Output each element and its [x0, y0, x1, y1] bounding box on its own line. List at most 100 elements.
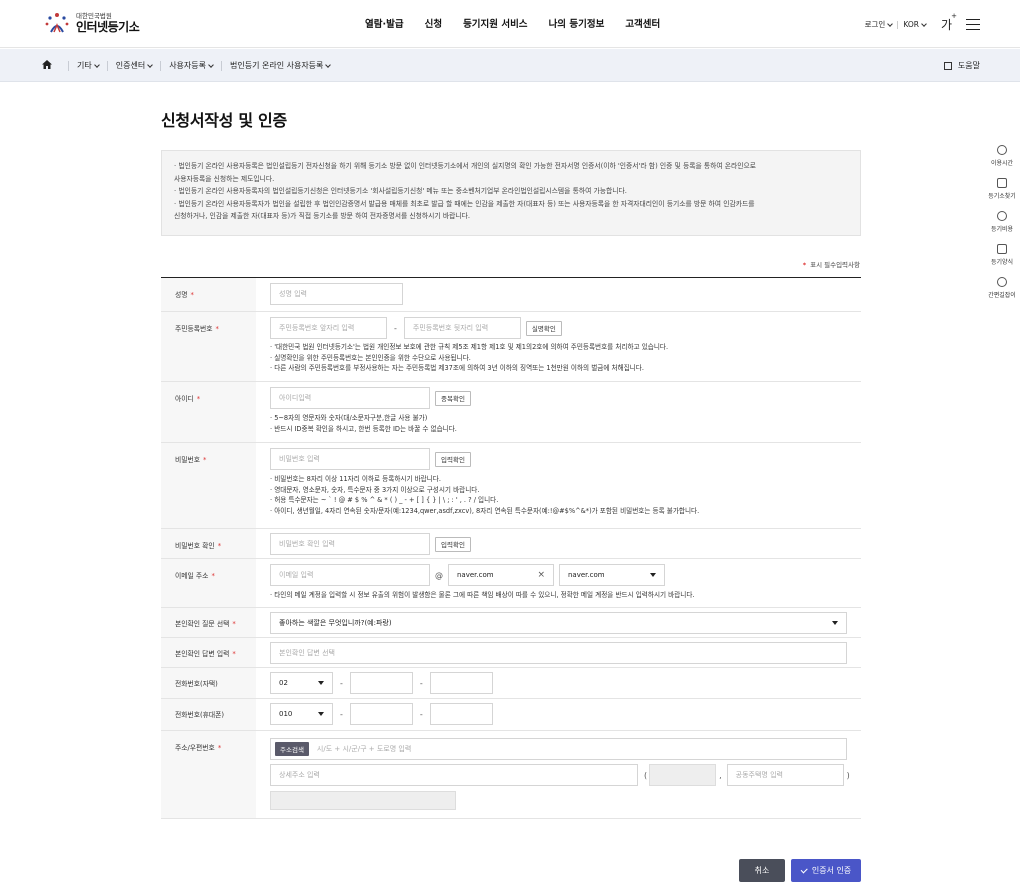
rrn-desc-line: · 실명확인을 위한 주민등록번호는 본인인증을 위한 수단으로 사용됩니다.: [270, 353, 471, 362]
logo-subtitle: 대한민국법원: [76, 12, 112, 20]
password-desc-line: · 아이디, 생년월일, 4자리 연속된 숫자/문자(예:1234,qwer,a…: [270, 506, 700, 515]
mobile-prefix-select[interactable]: 010: [270, 703, 333, 725]
quick-menu-fees[interactable]: 등기비용: [991, 211, 1013, 233]
notice-line: 사용자등록을 신청하는 제도입니다.: [174, 174, 275, 183]
clear-icon[interactable]: ×: [537, 570, 545, 580]
hamburger-menu-icon[interactable]: [966, 19, 980, 30]
divider: [106, 60, 108, 71]
email-domain-input[interactable]: naver.com ×: [448, 564, 554, 586]
phone-last-input[interactable]: [429, 672, 493, 694]
paren-close: ): [846, 770, 850, 780]
field-label: 주소/우편번호 *: [161, 731, 256, 818]
nav-view-issue[interactable]: 열람·발급: [365, 16, 404, 30]
quick-menu-label: 간편길잡이: [988, 292, 1016, 299]
rrn-desc-line: · '대한민국 법원 인터넷등기소'는 법원 개인정보 보호에 관한 규칙 제5…: [270, 343, 669, 351]
nav-support-service[interactable]: 등기지원 서비스: [463, 16, 528, 30]
certificate-auth-label: 인증서 인증: [811, 866, 852, 875]
address-detail-input[interactable]: 상세주소 입력: [270, 764, 638, 786]
paren-open: (: [644, 770, 648, 780]
breadcrumb-item-corp-online[interactable]: 법인등기 온라인 사용자등록: [230, 60, 332, 71]
answer-input[interactable]: 본인확인 답변 선택: [270, 642, 847, 664]
form-row-name: 성명 * 성명 입력: [161, 278, 861, 312]
phone-prefix-select[interactable]: 02: [270, 672, 333, 694]
form-row-rrn: 주민등록번호 * 주민등록번호 앞자리 입력 - 주민등록번호 뒷자리 입력 실명…: [161, 312, 861, 382]
password-confirm-input[interactable]: 비밀번호 확인 입력: [270, 533, 430, 555]
quick-menu-label: 등기비용: [990, 226, 1014, 233]
name-input[interactable]: 성명 입력: [270, 283, 403, 305]
field-label: 주민등록번호 *: [161, 312, 256, 381]
id-input[interactable]: 아이디입력: [270, 387, 430, 409]
id-label: 아이디: [175, 395, 194, 403]
question-select[interactable]: 좋아하는 색깔은 무엇입니까?(예:파랑): [270, 612, 847, 634]
field-label: 이메일 주소 *: [161, 559, 256, 607]
utility-menu: 로그인 KOR 가 +: [864, 12, 980, 33]
language-dropdown[interactable]: KOR: [903, 20, 927, 29]
home-icon[interactable]: [42, 60, 52, 71]
mobile-label: 전화번호(휴대폰): [175, 711, 225, 719]
breadcrumb-item-user-register[interactable]: 사용자등록: [169, 60, 214, 71]
address-road-placeholder: 시/도 + 시/군/구 + 도로명 입력: [316, 745, 412, 753]
dash: -: [394, 323, 397, 333]
real-name-check-button[interactable]: 실명확인: [525, 320, 562, 336]
nav-apply[interactable]: 신청: [425, 16, 442, 30]
dash: -: [340, 678, 343, 688]
address-search-button[interactable]: 주소검색: [275, 742, 309, 756]
mobile-last-input[interactable]: [429, 703, 493, 725]
quick-menu-guide[interactable]: 간편길잡이: [988, 277, 1016, 299]
font-plus-label: +: [951, 12, 957, 20]
quick-menu-find-office[interactable]: 등기소찾기: [988, 178, 1016, 200]
dash: -: [419, 709, 423, 719]
id-desc-line: · 5~8자의 영문자와 숫자(대/소문자구분,한글 사용 불가): [270, 414, 428, 422]
apartment-name-input[interactable]: 공동주택명 입력: [726, 764, 844, 786]
breadcrumb-label: 사용자등록: [169, 61, 206, 70]
required-star: *: [232, 650, 236, 658]
quick-menu-label: 등기소찾기: [988, 193, 1016, 200]
language-label: KOR: [903, 20, 919, 29]
quick-menu-forms[interactable]: 등기양식: [991, 244, 1013, 266]
required-note: * 표시 필수입력사항: [803, 259, 860, 269]
email-domain-select[interactable]: naver.com: [559, 564, 665, 586]
login-label: 로그인: [864, 20, 886, 29]
site-logo[interactable]: 대한민국법원 인터넷등기소: [42, 10, 140, 36]
mobile-middle-input[interactable]: [349, 703, 413, 725]
breadcrumb-label: 법인등기 온라인 사용자등록: [230, 61, 324, 70]
dropdown-arrow-icon: [832, 621, 838, 625]
field-label: 전화번호(휴대폰): [161, 699, 256, 730]
address-search-field[interactable]: 주소검색 시/도 + 시/군/구 + 도로명 입력: [270, 738, 847, 760]
address-result-field: [270, 791, 456, 810]
help-button[interactable]: 도움말: [943, 60, 980, 71]
rrn-front-input[interactable]: 주민등록번호 앞자리 입력: [270, 317, 387, 339]
password-confirm-check-button[interactable]: 입력확인: [435, 536, 471, 552]
certificate-auth-button[interactable]: 인증서 인증: [791, 859, 861, 882]
password-confirm-label: 비밀번호 확인: [175, 542, 215, 550]
email-label: 이메일 주소: [175, 572, 209, 580]
password-check-button[interactable]: 입력확인: [435, 451, 471, 467]
help-label: 도움말: [957, 61, 980, 70]
quick-menu-hours[interactable]: 이용시간: [991, 145, 1013, 167]
password-input[interactable]: 비밀번호 입력: [270, 448, 430, 470]
font-size-button[interactable]: 가 +: [941, 12, 957, 33]
duplicate-check-button[interactable]: 중복확인: [435, 390, 471, 406]
breadcrumb-item-auth-center[interactable]: 인증센터: [116, 60, 154, 71]
header: 대한민국법원 인터넷등기소 열람·발급 신청 등기지원 서비스 나의 등기정보 …: [0, 0, 1020, 48]
field-label: 본인확인 답변 입력 *: [161, 638, 256, 667]
nav-customer-center[interactable]: 고객센터: [625, 16, 660, 30]
nav-my-info[interactable]: 나의 등기정보: [549, 16, 605, 30]
required-star: *: [232, 620, 236, 628]
form-row-id: 아이디 * 아이디입력 중복확인 · 5~8자의 영문자와 숫자(대/소문자구분,…: [161, 382, 861, 443]
cancel-button[interactable]: 취소: [739, 859, 785, 882]
required-star: *: [217, 542, 222, 550]
email-local-input[interactable]: 이메일 입력: [270, 564, 430, 586]
login-dropdown[interactable]: 로그인: [864, 19, 894, 30]
rrn-back-input[interactable]: 주민등록번호 뒷자리 입력: [403, 317, 521, 339]
page-title: 신청서작성 및 인증: [161, 111, 287, 130]
divider: [68, 60, 69, 71]
required-note-text: 표시 필수입력사항: [810, 261, 860, 269]
court-emblem-icon: [42, 10, 72, 36]
field-label: 성명 *: [161, 278, 256, 311]
phone-middle-input[interactable]: [349, 672, 413, 694]
field-label: 비밀번호 확인 *: [161, 529, 256, 558]
chevron-down-icon: [887, 20, 894, 27]
form-row-password-confirm: 비밀번호 확인 * 비밀번호 확인 입력 입력확인: [161, 529, 861, 559]
breadcrumb-item-etc[interactable]: 기타: [77, 60, 100, 71]
